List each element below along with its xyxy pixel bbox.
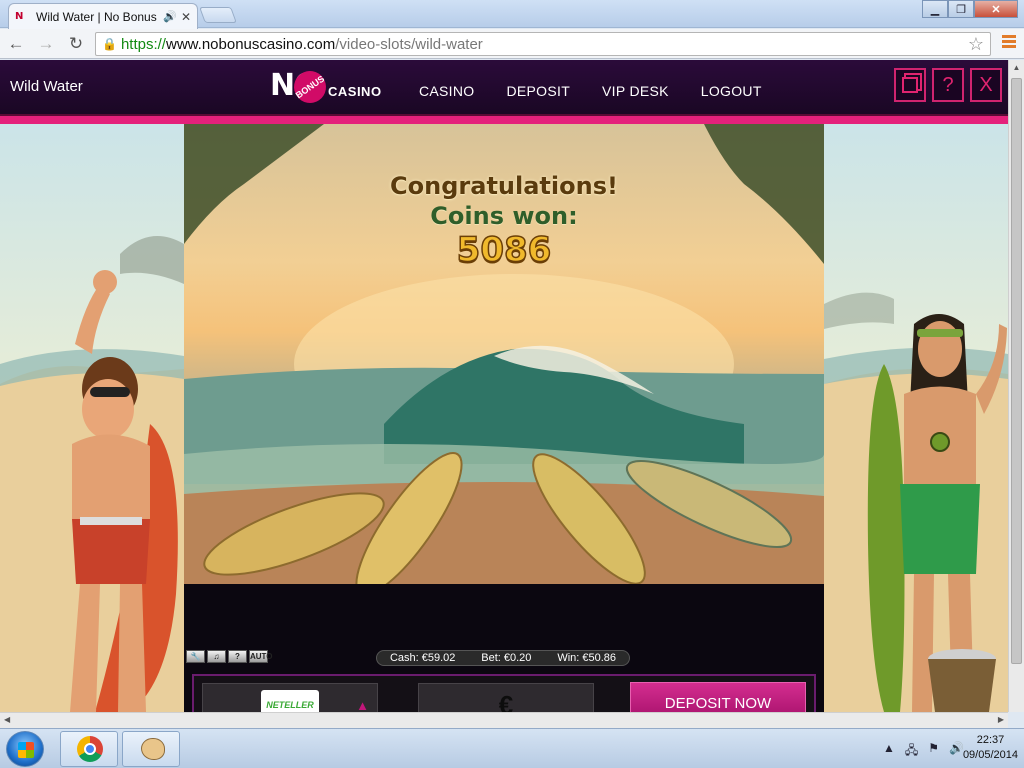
fullscreen-icon xyxy=(902,77,918,93)
action-center-flag-icon[interactable]: ⚑ xyxy=(928,741,939,762)
quick-deposit-panel: NETELLER ▲ € DEPOSIT NOW xyxy=(192,674,816,712)
new-tab-button[interactable] xyxy=(199,7,237,23)
game-tool-icons: 🔧 ♫ ? AUTO xyxy=(186,650,273,663)
payment-method-select[interactable]: NETELLER ▲ xyxy=(202,683,378,712)
taskbar-paint[interactable] xyxy=(122,731,180,767)
scroll-right-icon[interactable]: ▶ xyxy=(998,715,1004,724)
show-hidden-icons-icon[interactable]: ▲ xyxy=(883,741,895,762)
window-controls: ▁ ❐ ✕ xyxy=(922,0,1018,18)
volume-icon[interactable]: 🔊 xyxy=(949,741,964,762)
horizontal-scrollbar[interactable]: ◀ ▶ xyxy=(0,712,1008,728)
vertical-scrollbar[interactable]: ▲ xyxy=(1008,60,1024,712)
sound-tool-icon[interactable]: ♫ xyxy=(207,650,226,663)
browser-titlebar: N Wild Water | No Bonus 🔊 ✕ ▁ ❐ ✕ xyxy=(0,0,1024,29)
balance-pill: Cash: €59.02 Bet: €0.20 Win: €50.86 xyxy=(376,650,630,666)
forward-button[interactable]: → xyxy=(36,34,56,54)
site-favicon-icon: N xyxy=(15,10,24,22)
game-status-bar: 🔧 ♫ ? AUTO Cash: €59.02 Bet: €0.20 Win: … xyxy=(184,649,824,667)
back-button[interactable]: ← xyxy=(6,34,26,54)
nav-deposit[interactable]: DEPOSIT xyxy=(506,83,570,99)
site-header: Wild Water NO BONUS CASINO CASINO DEPOSI… xyxy=(0,60,1008,114)
nav-casino[interactable]: CASINO xyxy=(419,83,474,99)
minimize-button[interactable]: ▁ xyxy=(922,0,948,18)
bet-value: Bet: €0.20 xyxy=(481,652,532,664)
left-side-artwork xyxy=(0,124,184,712)
browser-toolbar: ← → ↻ 🔒 https:// www.nobonuscasino.com /… xyxy=(0,29,1024,59)
browser-tab[interactable]: N Wild Water | No Bonus 🔊 ✕ xyxy=(8,3,198,29)
window-close-button[interactable]: ✕ xyxy=(974,0,1018,18)
coins-won-value: 5086 xyxy=(456,229,552,271)
deposit-now-button[interactable]: DEPOSIT NOW xyxy=(630,682,806,712)
header-accent-strip xyxy=(0,114,1008,124)
url-host: www.nobonuscasino.com xyxy=(165,35,336,53)
game-scene[interactable]: Congratulations! Coins won: 5086 xyxy=(184,124,824,584)
clock-time: 22:37 xyxy=(976,734,1005,746)
auto-tool-icon[interactable]: AUTO xyxy=(249,650,273,663)
reload-button[interactable]: ↻ xyxy=(66,34,86,54)
surfer-right-illustration xyxy=(824,292,1008,712)
start-button[interactable] xyxy=(6,731,44,767)
dropdown-caret-icon: ▲ xyxy=(356,698,369,712)
page-viewport: Wild Water NO BONUS CASINO CASINO DEPOSI… xyxy=(0,60,1008,712)
url-path: /video-slots/wild-water xyxy=(335,35,483,53)
game-frame[interactable]: Congratulations! Coins won: 5086 🔧 ♫ ? A… xyxy=(184,124,824,712)
site-logo[interactable]: NO BONUS CASINO xyxy=(270,64,388,110)
right-side-artwork xyxy=(824,124,1008,712)
bookmark-star-icon[interactable]: ☆ xyxy=(968,34,984,55)
surfer-left-illustration xyxy=(0,236,184,712)
chrome-icon xyxy=(77,736,103,762)
audio-playing-icon: 🔊 xyxy=(163,11,177,23)
nav-vip-desk[interactable]: VIP DESK xyxy=(602,83,669,99)
page-title: Wild Water xyxy=(10,78,83,95)
header-buttons: ? X xyxy=(894,68,1002,102)
taskbar-chrome[interactable] xyxy=(60,731,118,767)
settings-tool-icon[interactable]: 🔧 xyxy=(186,650,205,663)
system-tray: ▲ 🖧 ⚑ 🔊 xyxy=(883,741,964,762)
scrollbar-thumb[interactable] xyxy=(1011,78,1022,664)
restore-button[interactable]: ❐ xyxy=(948,0,974,18)
url-scheme: https:// xyxy=(120,35,166,53)
network-icon[interactable]: 🖧 xyxy=(905,741,918,762)
windows-taskbar: ▲ 🖧 ⚑ 🔊 22:37 09/05/2014 xyxy=(0,728,1024,768)
logo-casino: CASINO xyxy=(328,84,382,99)
deposit-amount-field[interactable]: € xyxy=(418,683,594,712)
scroll-left-icon[interactable]: ◀ xyxy=(4,715,10,724)
close-game-button[interactable]: X xyxy=(970,68,1002,102)
lock-icon: 🔒 xyxy=(102,37,117,51)
url-bar[interactable]: 🔒 https:// www.nobonuscasino.com /video-… xyxy=(95,32,991,56)
windows-logo-icon xyxy=(18,742,34,758)
clock-date: 09/05/2014 xyxy=(962,749,1018,761)
fullscreen-button[interactable] xyxy=(894,68,926,102)
browser-menu-button[interactable] xyxy=(1002,35,1016,50)
coins-won-label: Coins won: xyxy=(430,202,578,230)
neteller-logo: NETELLER xyxy=(261,690,319,712)
win-value: Win: €50.86 xyxy=(557,652,617,664)
congrats-heading: Congratulations! xyxy=(390,172,618,200)
system-clock[interactable]: 22:37 09/05/2014 xyxy=(963,733,1018,763)
help-tool-icon[interactable]: ? xyxy=(228,650,247,663)
help-button[interactable]: ? xyxy=(932,68,964,102)
tab-title: Wild Water | No Bonus xyxy=(36,9,157,24)
cash-value: Cash: €59.02 xyxy=(389,652,456,664)
nav-logout[interactable]: LOGOUT xyxy=(701,83,762,99)
tab-close-icon[interactable]: ✕ xyxy=(181,10,191,24)
main-nav: CASINO DEPOSIT VIP DESK LOGOUT xyxy=(419,83,794,99)
scroll-up-icon[interactable]: ▲ xyxy=(1009,60,1024,76)
paint-icon xyxy=(141,738,165,760)
